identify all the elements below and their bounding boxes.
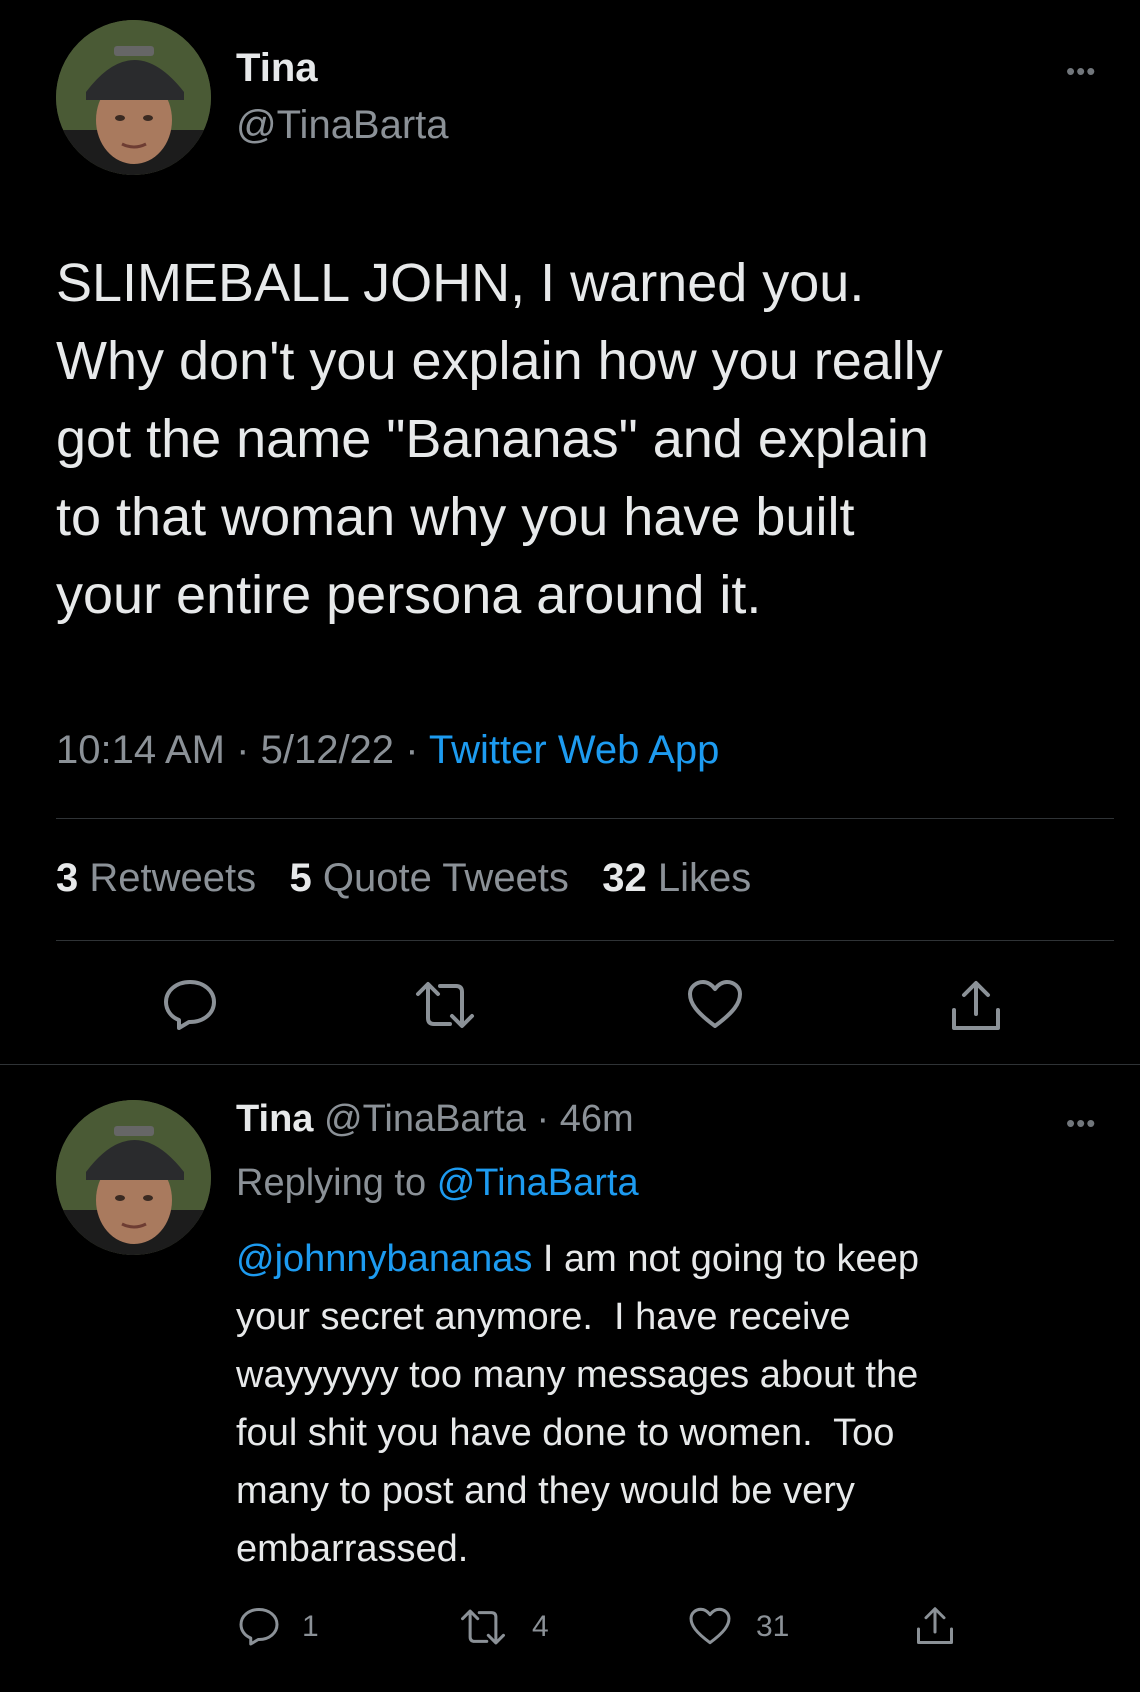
retweets-stat[interactable]: 3 Retweets xyxy=(56,856,256,900)
reply-count: 1 xyxy=(302,1610,319,1643)
reply-author-name[interactable]: Tina xyxy=(236,1098,313,1140)
retweets-count: 3 xyxy=(56,856,79,900)
reply-icon[interactable] xyxy=(238,1606,280,1646)
tweet-date: 5/12/22 xyxy=(260,728,395,772)
tweet-time: 10:14 AM xyxy=(56,728,226,772)
section-divider xyxy=(0,1064,1140,1065)
mention-link[interactable]: @johnnybananas xyxy=(236,1238,532,1280)
reply-body: I am not going to keep your secret anymo… xyxy=(236,1238,919,1570)
replying-label: Replying to xyxy=(236,1162,427,1204)
retweet-icon[interactable] xyxy=(412,980,478,1030)
avatar-image xyxy=(56,1100,211,1255)
replying-to: Replying to @TinaBarta xyxy=(236,1162,639,1205)
author-avatar[interactable] xyxy=(56,20,211,175)
quotes-stat[interactable]: 5 Quote Tweets xyxy=(289,856,568,900)
likes-label: Likes xyxy=(657,856,752,900)
engagement-stats: 3 Retweets 5 Quote Tweets 32 Likes xyxy=(56,856,751,901)
reply-text: @johnnybananas I am not going to keep yo… xyxy=(236,1230,1116,1578)
meta-separator: · xyxy=(236,728,250,772)
tweet-meta: 10:14 AM · 5/12/22 · Twitter Web App xyxy=(56,728,719,773)
tweet-source-link[interactable]: Twitter Web App xyxy=(429,728,720,772)
reply-author-handle[interactable]: @TinaBarta xyxy=(324,1098,526,1140)
likes-stat[interactable]: 32 Likes xyxy=(602,856,751,900)
more-icon[interactable]: ••• xyxy=(1066,1110,1096,1136)
author-handle[interactable]: @TinaBarta xyxy=(236,103,449,148)
replying-handle-link[interactable]: @TinaBarta xyxy=(437,1162,639,1204)
reply-age[interactable]: 46m xyxy=(560,1098,634,1140)
more-icon[interactable]: ••• xyxy=(1066,58,1096,84)
quotes-label: Quote Tweets xyxy=(322,856,569,900)
tweet-text: SLIMEBALL JOHN, I warned you. Why don't … xyxy=(56,253,943,625)
retweets-label: Retweets xyxy=(89,856,257,900)
reply-author-avatar[interactable] xyxy=(56,1100,211,1255)
retweet-icon[interactable] xyxy=(458,1608,508,1646)
share-icon[interactable] xyxy=(914,1604,956,1648)
divider xyxy=(56,818,1114,819)
quotes-count: 5 xyxy=(289,856,312,900)
retweet-count: 4 xyxy=(532,1610,549,1643)
share-icon[interactable] xyxy=(948,978,1004,1034)
reply-icon[interactable] xyxy=(162,978,218,1030)
heart-icon[interactable] xyxy=(688,1606,732,1646)
meta-separator: · xyxy=(405,728,419,772)
like-count: 31 xyxy=(756,1610,790,1643)
avatar-image xyxy=(56,20,211,175)
meta-separator: · xyxy=(536,1098,550,1140)
divider xyxy=(56,940,1114,941)
likes-count: 32 xyxy=(602,856,647,900)
author-name[interactable]: Tina xyxy=(236,46,318,91)
reply-header: Tina @TinaBarta · 46m xyxy=(236,1098,634,1141)
heart-icon[interactable] xyxy=(686,978,744,1030)
